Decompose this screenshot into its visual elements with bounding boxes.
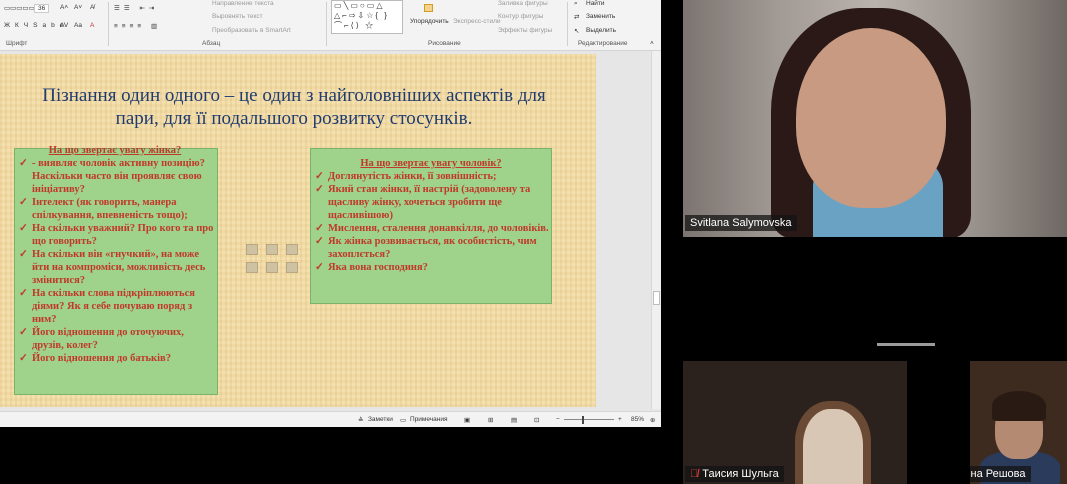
- zoom-level[interactable]: 85%: [631, 416, 644, 423]
- men-box-heading: На що звертає увагу чоловік?: [360, 158, 502, 169]
- clear-format-icon[interactable]: A̸: [90, 4, 94, 11]
- notes-button[interactable]: Заметки: [368, 416, 393, 423]
- normal-view-icon[interactable]: ▣: [464, 416, 470, 424]
- select-button[interactable]: Выделить: [586, 27, 616, 34]
- status-bar: ≙ Заметки ▭ Примечания ▣ ⊞ ▤ ⊡ − + 85% ⊕: [0, 411, 661, 427]
- arrange-icon: [424, 4, 433, 12]
- women-criteria-box[interactable]: На що звертає увагу жінка? - виявляє чол…: [14, 145, 218, 395]
- zoom-slider-thumb[interactable]: [582, 416, 584, 424]
- zoom-in-icon[interactable]: +: [618, 416, 622, 423]
- sorter-view-icon[interactable]: ⊞: [488, 416, 493, 424]
- participant-name-text: Валентина Решова: [970, 468, 1026, 480]
- gallery-divider-handle[interactable]: [877, 343, 935, 346]
- list-item: Інтелект (як говорить, манера спілкуванн…: [15, 196, 215, 222]
- video-tile-participant[interactable]: 🎙̸Валентина Решова: [970, 361, 1067, 484]
- char-spacing-icon[interactable]: AV: [60, 22, 68, 29]
- women-box-heading: На що звертає увагу жінка?: [48, 145, 182, 156]
- change-case-icon[interactable]: Aa: [74, 22, 82, 29]
- list-item: Який стан жінки, її настрій (задоволену …: [311, 183, 551, 222]
- participant-name-tile: 🎙̸Валентина Решова: [970, 466, 1031, 482]
- list-item: На скільки він «гнучкий», на може йти на…: [15, 248, 215, 287]
- participant-face: [796, 28, 946, 208]
- list-item: Його відношення до батьків?: [15, 352, 215, 365]
- picture-icon[interactable]: [246, 262, 258, 273]
- list-buttons[interactable]: ☰☰ ⇤⇥: [114, 4, 158, 12]
- shrink-font-icon[interactable]: A˅: [74, 4, 82, 11]
- list-item: На скільки уважний? Про кого та про що г…: [15, 222, 215, 248]
- collapse-ribbon-icon[interactable]: ˄: [650, 40, 654, 47]
- group-label-editing: Редактирование: [578, 40, 628, 47]
- video-icon[interactable]: [286, 262, 298, 273]
- zoom-out-icon[interactable]: −: [556, 416, 560, 423]
- list-item: Як жінка розвивається, як особистість, ч…: [311, 235, 551, 261]
- shape-effects-button[interactable]: Эффекты фигуры: [498, 27, 552, 34]
- participant-name-text: Таисия Шульга: [702, 468, 779, 480]
- powerpoint-window: ▭▭▭▭▭▭ 36 A˄ A˅ A̸ ЖКЧSabc AV Aa A Шрифт…: [0, 0, 661, 427]
- ribbon-separator: [326, 2, 327, 46]
- comments-icon[interactable]: ▭: [400, 416, 406, 424]
- mic-muted-icon: 🎙̸: [690, 468, 699, 480]
- online-picture-icon[interactable]: [266, 262, 278, 273]
- find-icon: ⌕: [574, 0, 578, 7]
- participant-hair: [992, 391, 1046, 421]
- smartart-icon[interactable]: [286, 244, 298, 255]
- slide-title[interactable]: Пізнання один одного – це один з найголо…: [20, 84, 568, 130]
- text-direction-button[interactable]: Направление текста: [212, 0, 274, 7]
- replace-button[interactable]: Заменить: [586, 13, 615, 20]
- group-label-paragraph: Абзац: [202, 40, 221, 47]
- quick-styles-button[interactable]: Экспресс-стили: [453, 18, 501, 25]
- vertical-scrollbar[interactable]: [651, 51, 661, 409]
- find-button[interactable]: Найти: [586, 0, 605, 7]
- ribbon-separator: [567, 2, 568, 46]
- slideshow-icon[interactable]: ⊡: [534, 416, 539, 424]
- reading-view-icon[interactable]: ▤: [511, 416, 517, 424]
- convert-smartart-button[interactable]: Преобразовать в SmartArt: [212, 27, 291, 34]
- zoom-slider[interactable]: [564, 419, 614, 420]
- table-icon[interactable]: [246, 244, 258, 255]
- list-item: На скільки слова підкріплюються діями? Я…: [15, 287, 215, 326]
- list-item: Його відношення до оточуючих, друзів, ко…: [15, 326, 215, 352]
- comments-button[interactable]: Примечания: [410, 416, 448, 423]
- font-size-box[interactable]: 36: [34, 4, 50, 13]
- list-item: Доглянутість жінки, її зовнішність;: [311, 170, 551, 183]
- align-text-button[interactable]: Выровнять текст: [212, 13, 263, 20]
- shape-outline-button[interactable]: Контур фигуры: [498, 13, 543, 20]
- video-tile-main[interactable]: Svitlana Salymovska: [683, 0, 1067, 237]
- shape-fill-button[interactable]: Заливка фигуры: [498, 0, 548, 7]
- list-item: Яка вона господиня?: [311, 261, 551, 274]
- grow-font-icon[interactable]: A˄: [60, 4, 68, 11]
- font-color-icon[interactable]: A: [90, 22, 94, 29]
- video-tile-participant[interactable]: 🎙̸ Таисия Шульга: [683, 361, 907, 484]
- fit-to-window-icon[interactable]: ⊕: [650, 416, 655, 424]
- men-criteria-box[interactable]: На що звертає увагу чоловік? Доглянутіст…: [310, 148, 552, 304]
- ribbon-separator: [108, 2, 109, 46]
- align-buttons[interactable]: ≡≡≡≡ ▥: [114, 22, 161, 30]
- notes-icon[interactable]: ≙: [358, 416, 363, 424]
- replace-icon: ⇄: [574, 14, 580, 21]
- arrange-button[interactable]: Упорядочить: [410, 18, 449, 25]
- list-item: - виявляє чоловік активну позицію? Наскі…: [15, 157, 215, 196]
- ribbon: ▭▭▭▭▭▭ 36 A˄ A˅ A̸ ЖКЧSabc AV Aa A Шрифт…: [0, 0, 661, 51]
- participant-name-tile: 🎙̸ Таисия Шульга: [685, 466, 784, 482]
- participant-name-main: Svitlana Salymovska: [685, 215, 797, 231]
- select-icon: ↖: [574, 28, 580, 35]
- group-label-drawing: Рисование: [428, 40, 461, 47]
- chart-icon[interactable]: [266, 244, 278, 255]
- participant-face: [803, 409, 863, 484]
- group-label-font: Шрифт: [6, 40, 28, 47]
- shapes-gallery[interactable]: ▭╲▭○▭△ △⌐⇨⇩☆{ } ⌒⌐⟨⟩ ☆: [331, 0, 403, 34]
- slide-canvas[interactable]: Пізнання один одного – це один з найголо…: [0, 54, 596, 407]
- font-format-buttons[interactable]: ЖКЧSabc: [4, 22, 68, 29]
- placeholder-insert-icons: [246, 244, 306, 276]
- list-item: Мислення, сталення донавкілля, до чолові…: [311, 222, 551, 235]
- scroll-thumb[interactable]: [653, 291, 660, 305]
